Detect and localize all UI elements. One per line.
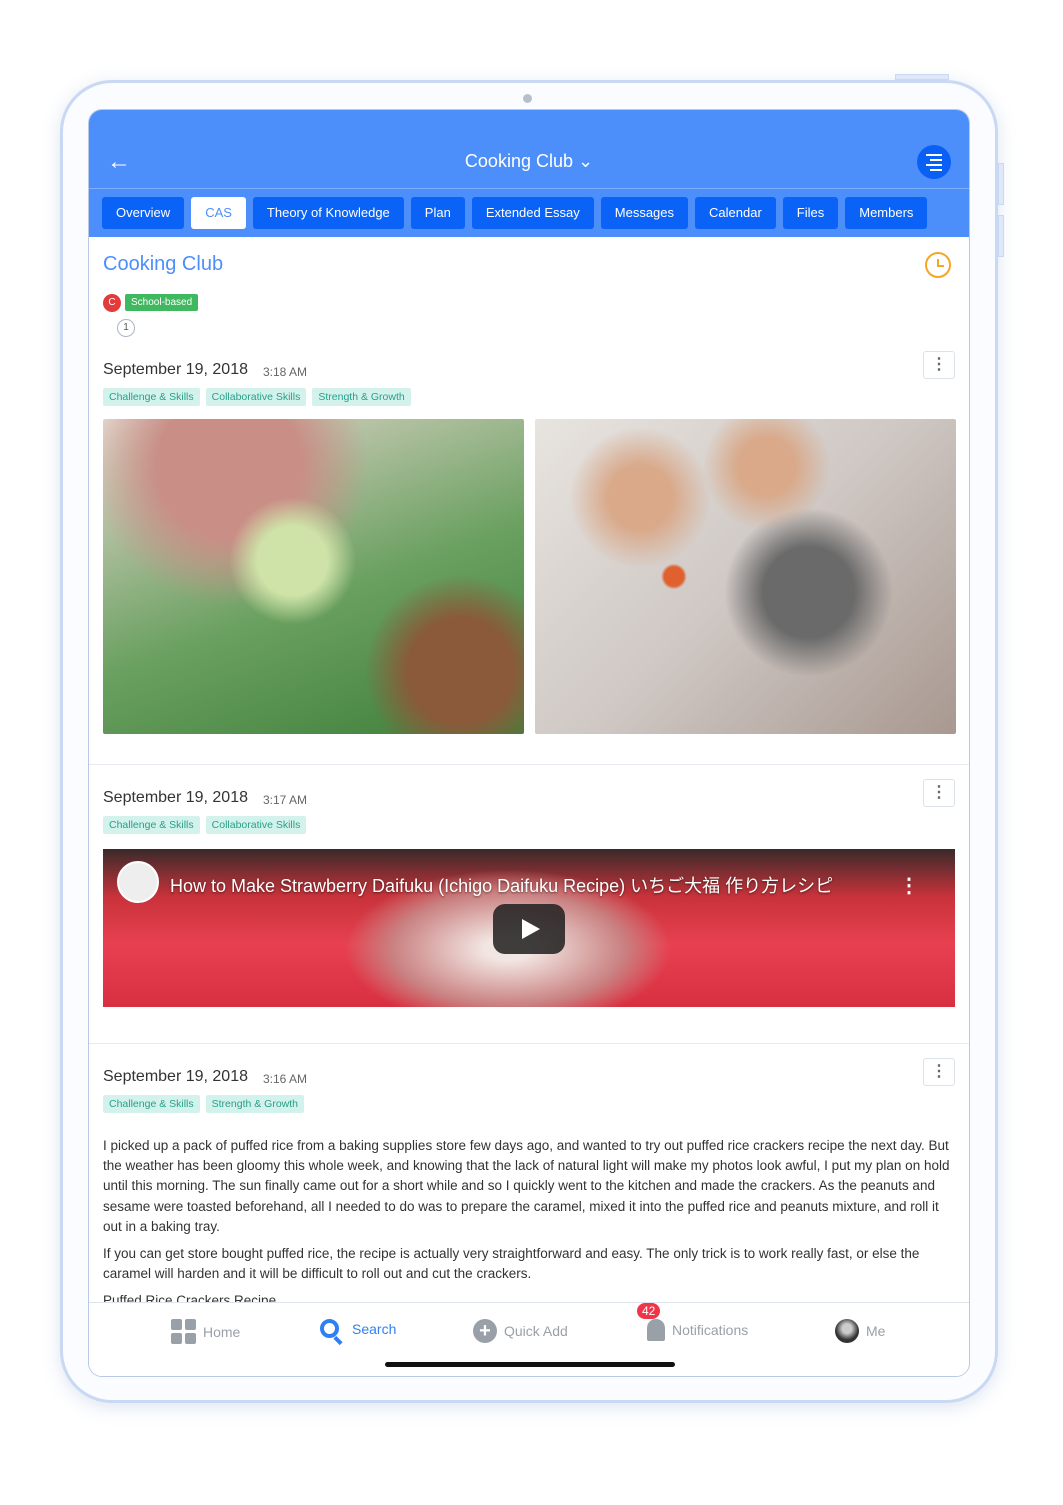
cooking-photo[interactable]	[103, 419, 524, 734]
tab-extended-essay[interactable]: Extended Essay	[471, 197, 594, 229]
nav-quick-add[interactable]: + Quick Add	[473, 1319, 568, 1343]
nav-notifications[interactable]: 42 Notifications	[637, 1303, 748, 1341]
club-type-badge: School-based	[125, 294, 199, 311]
divider	[89, 1043, 969, 1044]
group-title-dropdown[interactable]: Cooking Club ⌄	[89, 151, 969, 172]
post-date: September 19, 2018	[103, 361, 248, 378]
tab-overview[interactable]: Overview	[102, 197, 185, 229]
play-button[interactable]	[493, 904, 565, 954]
post-body: I picked up a pack of puffed rice from a…	[103, 1136, 959, 1302]
paragraph: I picked up a pack of puffed rice from a…	[103, 1138, 950, 1234]
tag: Challenge & Skills	[103, 816, 200, 834]
club-title: Cooking Club	[103, 253, 224, 275]
video-embed[interactable]: How to Make Strawberry Daifuku (Ichigo D…	[103, 849, 955, 1007]
post-time: 3:17 AM	[263, 793, 308, 807]
tag: Challenge & Skills	[103, 388, 200, 406]
search-icon	[320, 1319, 339, 1338]
more-options-button[interactable]: ⋮	[923, 779, 955, 807]
paragraph: If you can get store bought puffed rice,…	[103, 1246, 920, 1282]
divider	[89, 764, 969, 765]
more-options-button[interactable]: ⋮	[923, 351, 955, 379]
feed: Cooking Club C School-based 1 September …	[89, 237, 969, 1302]
avatar	[835, 1319, 859, 1343]
tab-bar: Overview CAS Theory of Knowledge Plan Ex…	[102, 197, 928, 229]
clock-icon[interactable]	[925, 252, 951, 278]
tab-members[interactable]: Members	[845, 197, 928, 229]
volume-down-button	[998, 215, 1004, 257]
home-icon	[171, 1319, 196, 1344]
tab-theory-of-knowledge[interactable]: Theory of Knowledge	[252, 197, 404, 229]
nav-search[interactable]: Search	[320, 1319, 396, 1338]
power-button	[895, 74, 949, 80]
post-date: September 19, 2018	[103, 789, 248, 806]
tag: Strength & Growth	[205, 1095, 305, 1113]
tab-cas[interactable]: CAS	[191, 197, 246, 229]
volume-up-button	[998, 163, 1004, 205]
app-header: ← Cooking Club ⌄ Overview CAS Theory of …	[89, 110, 969, 237]
nav-home[interactable]: Home	[171, 1319, 240, 1344]
tag: Collaborative Skills	[205, 388, 307, 406]
more-options-button[interactable]: ⋮	[923, 1058, 955, 1086]
tab-messages[interactable]: Messages	[600, 197, 689, 229]
tab-calendar[interactable]: Calendar	[695, 197, 776, 229]
video-more-icon[interactable]: ⋮	[899, 873, 919, 898]
post-time: 3:18 AM	[263, 365, 308, 379]
comment-count-icon[interactable]: 1	[117, 319, 135, 337]
tag: Collaborative Skills	[205, 816, 307, 834]
post-date: September 19, 2018	[103, 1068, 248, 1085]
cooking-photo[interactable]	[535, 419, 956, 734]
menu-icon[interactable]	[917, 145, 951, 179]
club-initial-avatar: C	[103, 294, 121, 312]
divider	[89, 188, 969, 189]
channel-avatar[interactable]	[117, 861, 159, 903]
bell-icon: 42	[637, 1303, 665, 1341]
notification-badge: 42	[637, 1303, 661, 1319]
camera	[523, 94, 532, 103]
screen: ← Cooking Club ⌄ Overview CAS Theory of …	[88, 109, 970, 1377]
paragraph: Puffed Rice Crackers Recipe	[103, 1293, 277, 1302]
nav-me[interactable]: Me	[835, 1319, 885, 1343]
tag: Strength & Growth	[312, 388, 411, 406]
video-title[interactable]: How to Make Strawberry Daifuku (Ichigo D…	[170, 872, 833, 898]
tab-files[interactable]: Files	[782, 197, 839, 229]
post-time: 3:16 AM	[263, 1072, 308, 1086]
tab-plan[interactable]: Plan	[410, 197, 465, 229]
home-indicator	[385, 1362, 675, 1367]
tag: Challenge & Skills	[103, 1095, 200, 1113]
plus-icon: +	[473, 1319, 497, 1343]
